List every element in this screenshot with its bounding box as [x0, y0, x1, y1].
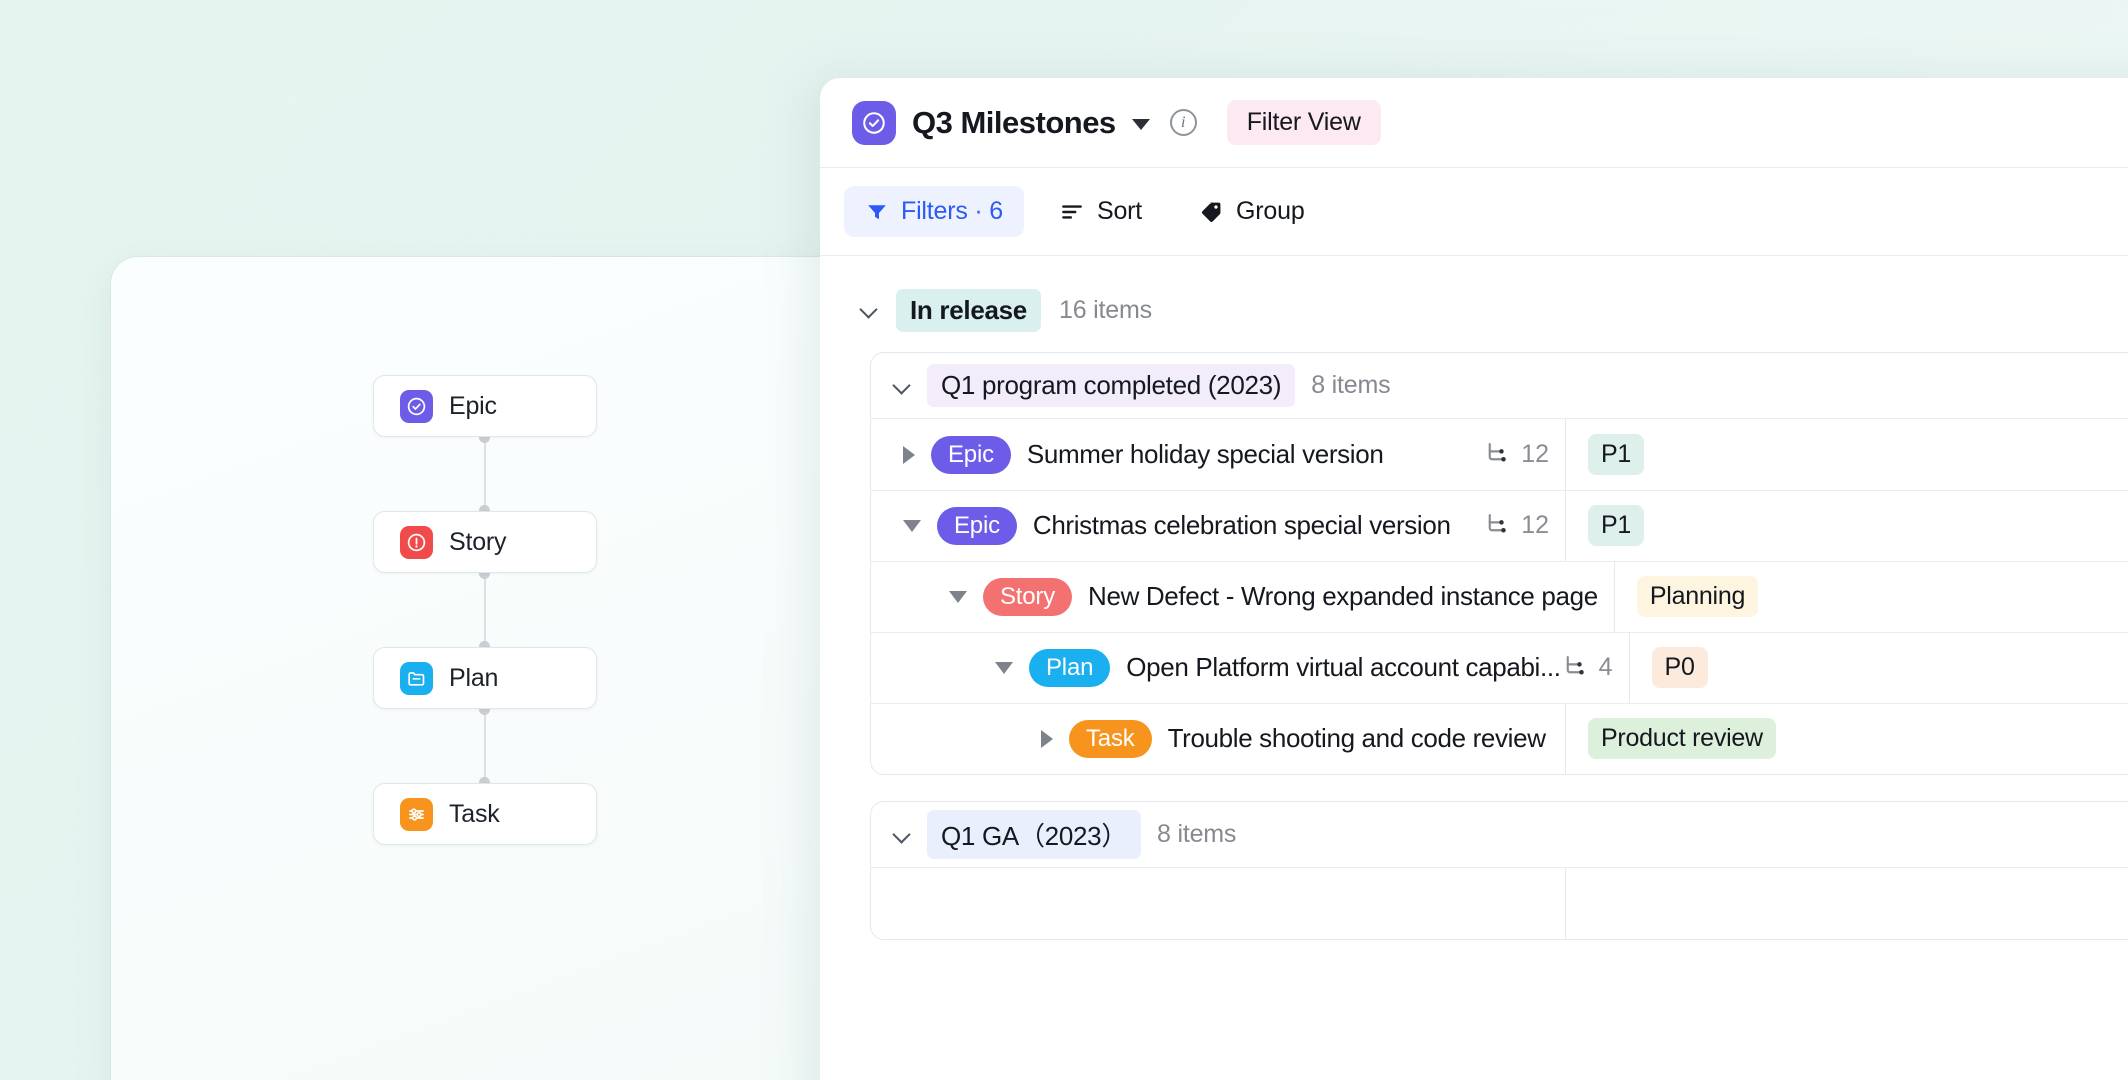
subtask-count-value: 12	[1521, 440, 1549, 468]
check-circle-icon	[852, 100, 896, 145]
info-icon[interactable]: i	[1169, 109, 1197, 136]
page-title: Q3 Milestones	[912, 104, 1116, 140]
hierarchy-node-label: Epic	[449, 391, 497, 420]
item-type-badge: Epic	[937, 506, 1017, 545]
table-row[interactable]: Story New Defect - Wrong expanded instan…	[871, 561, 2128, 632]
group-title: Q1 GA（2023）	[927, 810, 1142, 859]
connector-line-plan-task	[484, 709, 486, 783]
item-title: Trouble shooting and code review	[1167, 723, 1546, 753]
row-main-cell	[871, 868, 1565, 939]
subtask-count: 4	[1561, 652, 1613, 684]
hierarchy-node-task[interactable]: Task	[373, 783, 597, 845]
group-item-count: 8 items	[1157, 820, 1237, 848]
hierarchy-node-label: Plan	[449, 663, 499, 692]
group-item-count: 8 items	[1311, 371, 1391, 399]
row-collapse-toggle-icon[interactable]	[949, 590, 967, 603]
table-row[interactable]	[871, 868, 2128, 939]
caret-down-icon[interactable]	[1131, 119, 1150, 130]
section-title: In release	[896, 288, 1041, 332]
status-badge[interactable]: P0	[1651, 647, 1708, 688]
hierarchy-node-label: Story	[449, 527, 507, 556]
subtask-branch-icon	[1561, 652, 1588, 684]
tag-icon	[1198, 199, 1224, 225]
hierarchy-node-label: Task	[449, 799, 500, 828]
status-badge[interactable]: Product review	[1588, 718, 1776, 759]
connector-line-story-plan	[484, 573, 486, 647]
group-button[interactable]: Group	[1177, 186, 1325, 237]
item-title: Summer holiday special version	[1026, 439, 1384, 469]
item-title: Open Platform virtual account capabi...	[1126, 652, 1561, 682]
subtask-branch-icon	[1483, 439, 1510, 471]
row-expand-toggle-icon[interactable]	[1041, 729, 1053, 748]
subtask-count: 12	[1483, 439, 1549, 471]
app-body: In release 16 items Q1 program completed…	[820, 256, 2128, 940]
subtask-count-value: 12	[1521, 511, 1549, 539]
item-title: New Defect - Wrong expanded instance pag…	[1088, 581, 1598, 611]
row-status-cell: Product review	[1566, 703, 2128, 774]
subtask-branch-icon	[1483, 510, 1510, 542]
row-status-cell: P1	[1566, 490, 2128, 561]
group-header[interactable]: Q1 program completed (2023) 8 items	[871, 353, 2128, 419]
exclamation-circle-icon	[400, 525, 433, 559]
subtask-count: 12	[1483, 510, 1549, 542]
row-collapse-toggle-icon[interactable]	[995, 661, 1013, 674]
filter-view-badge[interactable]: Filter View	[1226, 100, 1381, 145]
chevron-down-icon[interactable]	[893, 826, 911, 844]
group-title: Q1 program completed (2023)	[927, 364, 1296, 407]
funnel-icon	[865, 200, 889, 224]
item-title: Christmas celebration special version	[1032, 510, 1451, 540]
hierarchy-node-story[interactable]: Story	[373, 511, 597, 573]
group-card-q1-ga: Q1 GA（2023） 8 items	[870, 801, 2128, 940]
hierarchy-node-plan[interactable]: Plan	[373, 647, 597, 709]
status-badge[interactable]: P1	[1588, 434, 1645, 475]
item-type-badge: Task	[1069, 719, 1152, 758]
row-status-cell: P0	[1629, 632, 2128, 703]
check-circle-icon	[400, 389, 433, 423]
app-header: Q3 Milestones i Filter View	[820, 78, 2128, 168]
row-status-cell	[1566, 868, 2128, 939]
item-type-badge: Epic	[931, 435, 1011, 474]
row-main-cell: Story New Defect - Wrong expanded instan…	[871, 561, 1614, 632]
folder-icon	[400, 661, 433, 695]
sort-button[interactable]: Sort	[1038, 186, 1163, 237]
table-row[interactable]: Plan Open Platform virtual account capab…	[871, 632, 2128, 703]
group-label: Group	[1236, 197, 1305, 225]
filters-label: Filters · 6	[901, 197, 1003, 225]
hierarchy-node-stack: Epic Story Plan Task	[373, 375, 597, 845]
app-window: Q3 Milestones i Filter View Filters · 6 …	[820, 78, 2128, 1080]
row-collapse-toggle-icon[interactable]	[903, 519, 921, 532]
sort-label: Sort	[1096, 197, 1143, 225]
sort-lines-icon	[1059, 199, 1085, 225]
row-status-cell: Planning	[1614, 561, 2128, 632]
section-header-in-release[interactable]: In release 16 items	[842, 278, 2128, 342]
group-header[interactable]: Q1 GA（2023） 8 items	[871, 802, 2128, 868]
table-row[interactable]: Epic Christmas celebration special versi…	[871, 490, 2128, 561]
section-item-count: 16 items	[1058, 295, 1152, 324]
status-badge[interactable]: Planning	[1636, 576, 1759, 617]
hierarchy-node-epic[interactable]: Epic	[373, 375, 597, 437]
chevron-down-icon[interactable]	[860, 301, 878, 319]
item-type-badge: Story	[983, 577, 1073, 616]
row-main-cell: Plan Open Platform virtual account capab…	[871, 632, 1629, 703]
row-expand-toggle-icon[interactable]	[903, 445, 915, 464]
subtask-count-value: 4	[1598, 653, 1613, 681]
table-row[interactable]: Task Trouble shooting and code review Pr…	[871, 703, 2128, 774]
group-card-q1-program-completed: Q1 program completed (2023) 8 items Epic…	[870, 352, 2128, 775]
table-row[interactable]: Epic Summer holiday special version 12 P…	[871, 419, 2128, 490]
row-status-cell: P1	[1566, 419, 2128, 490]
row-main-cell: Epic Summer holiday special version 12	[871, 419, 1565, 490]
item-type-badge: Plan	[1029, 648, 1111, 687]
connector-line-epic-story	[484, 437, 486, 511]
filters-button[interactable]: Filters · 6	[844, 186, 1024, 237]
chevron-down-icon[interactable]	[893, 377, 911, 395]
row-main-cell: Task Trouble shooting and code review	[871, 703, 1565, 774]
row-main-cell: Epic Christmas celebration special versi…	[871, 490, 1565, 561]
app-toolbar: Filters · 6 Sort Group	[820, 168, 2128, 256]
status-badge[interactable]: P1	[1588, 505, 1645, 546]
sliders-icon	[400, 797, 433, 831]
